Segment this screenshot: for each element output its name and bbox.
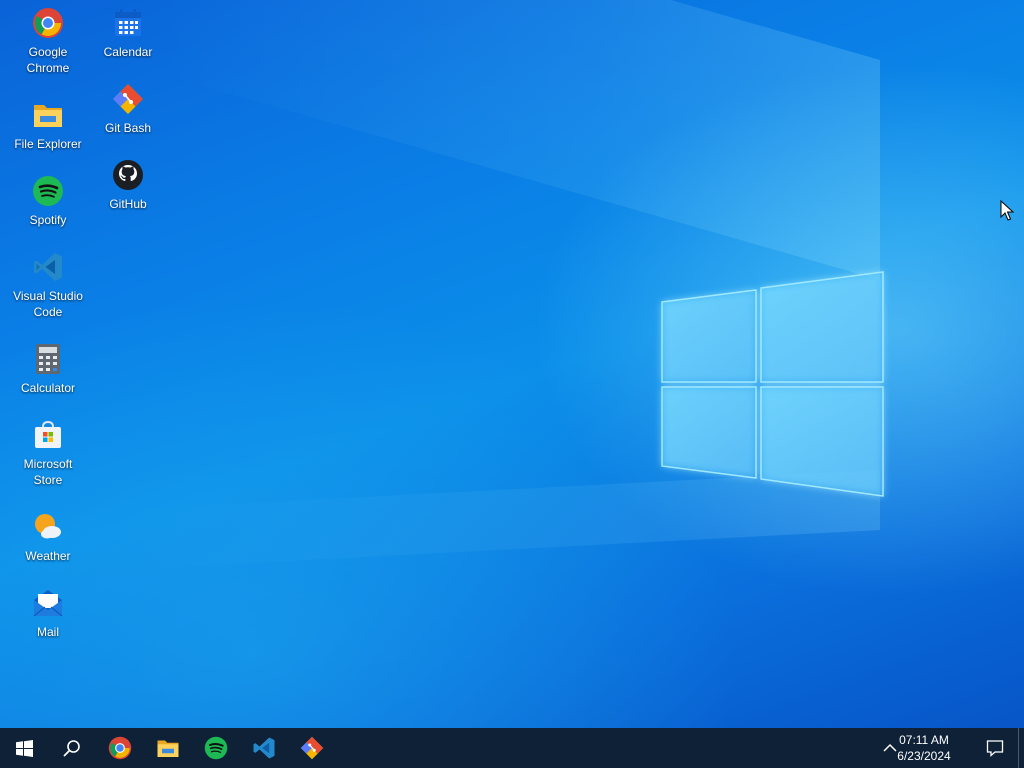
spotify-icon: [204, 736, 228, 760]
desktop-icon-calculator[interactable]: Calculator: [8, 342, 88, 396]
git-bash-icon: [300, 736, 324, 760]
logo-pane-bottom-right: [760, 386, 884, 497]
desktop-icon-label: Mail: [36, 625, 59, 639]
show-desktop-button[interactable]: [1018, 728, 1024, 768]
file-explorer-icon: [157, 740, 179, 757]
desktop-icon-label: Spotify: [29, 213, 67, 227]
desktop-icon-label: Microsoft Store: [23, 457, 73, 487]
chrome-icon: [108, 736, 132, 760]
start-icon: [15, 739, 33, 757]
desktop-icon-microsoft-store[interactable]: Microsoft Store: [8, 418, 88, 488]
desktop-icon-label: Visual Studio Code: [13, 289, 83, 319]
taskbar-chrome-button[interactable]: [96, 728, 144, 768]
logo-pane-top-right: [760, 271, 884, 383]
vscode-icon: [253, 737, 275, 759]
desktop-icon-label: Google Chrome: [26, 45, 70, 75]
action-center-icon: [986, 740, 1004, 757]
taskbar-git-bash-button[interactable]: [288, 728, 336, 768]
taskbar: 07:11 AM 6/23/2024: [0, 728, 1024, 768]
desktop-icon-label: GitHub: [109, 197, 147, 211]
desktop-icon-git-bash[interactable]: Git Bash: [88, 82, 168, 136]
file-explorer-icon: [31, 98, 65, 132]
desktop-icon-file-explorer[interactable]: File Explorer: [8, 98, 88, 152]
desktop-icon-google-chrome[interactable]: Google Chrome: [8, 6, 88, 76]
wallpaper-light-beam-upper: [160, 0, 880, 280]
taskbar-spotify-button[interactable]: [192, 728, 240, 768]
desktop-icon-mail[interactable]: Mail: [8, 586, 88, 640]
clock-time: 07:11 AM: [899, 733, 949, 747]
taskbar-vscode-button[interactable]: [240, 728, 288, 768]
clock-date: 6/23/2024: [897, 749, 951, 763]
logo-pane-bottom-left: [661, 386, 757, 479]
weather-icon: [31, 510, 65, 544]
search-icon: [63, 740, 80, 757]
start-button[interactable]: [0, 728, 48, 768]
github-icon: [111, 158, 145, 192]
spotify-icon: [31, 174, 65, 208]
wallpaper-windows-logo: [661, 271, 884, 497]
desktop-icon-label: Calendar: [103, 45, 153, 59]
git-bash-icon: [111, 82, 145, 116]
logo-pane-top-left: [661, 289, 757, 383]
desktop-icon-label: Git Bash: [104, 121, 152, 135]
mouse-cursor-icon: [1000, 200, 1014, 221]
desktop-icon-calendar[interactable]: Calendar: [88, 6, 168, 60]
mail-icon: [31, 586, 65, 620]
calendar-icon: [111, 6, 145, 40]
desktop-icon-spotify[interactable]: Spotify: [8, 174, 88, 228]
chrome-icon: [31, 6, 65, 40]
tray-clock[interactable]: 07:11 AM 6/23/2024: [884, 728, 964, 768]
desktop-icon-label: Weather: [25, 549, 71, 563]
desktop-icon-github[interactable]: GitHub: [88, 158, 168, 212]
desktop-icon-visual-studio-code[interactable]: Visual Studio Code: [8, 250, 88, 320]
vscode-icon: [31, 250, 65, 284]
search-button[interactable]: [48, 728, 96, 768]
calculator-icon: [31, 342, 65, 376]
taskbar-file-explorer-button[interactable]: [144, 728, 192, 768]
action-center-button[interactable]: [974, 728, 1016, 768]
store-icon: [31, 418, 65, 452]
desktop-icon-label: Calculator: [20, 381, 76, 395]
desktop-icon-weather[interactable]: Weather: [8, 510, 88, 564]
desktop-icon-label: File Explorer: [14, 137, 82, 151]
